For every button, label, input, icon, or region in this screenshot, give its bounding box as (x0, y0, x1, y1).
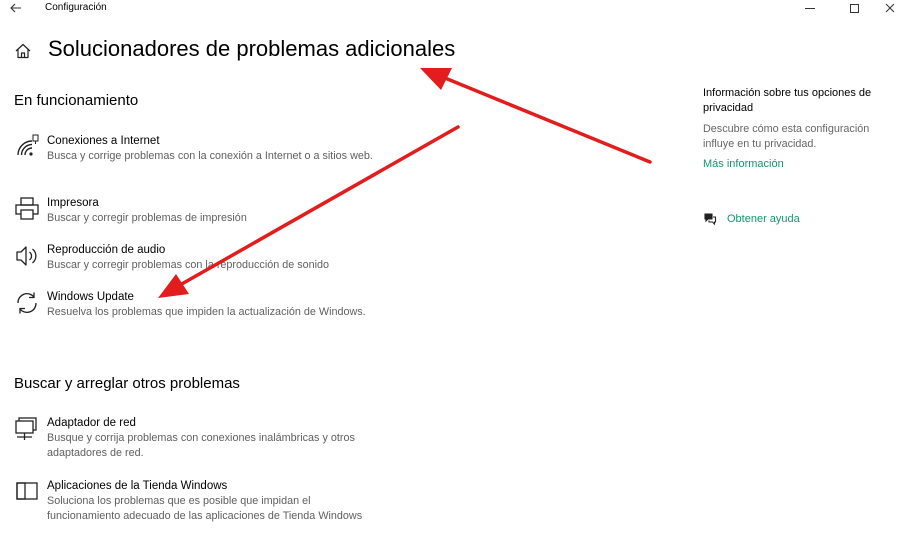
item-description: Busque y corrija problemas con conexione… (47, 432, 355, 459)
item-title: Aplicaciones de la Tienda Windows (47, 480, 228, 492)
network-adapter-icon (14, 416, 40, 442)
sync-icon (14, 290, 40, 316)
speaker-icon (14, 243, 40, 269)
troubleshooter-printer[interactable]: Impresora Buscar y corregir problemas de… (14, 196, 394, 228)
more-info-link[interactable]: Más información (703, 157, 893, 172)
wifi-signal-icon (14, 134, 40, 160)
item-title: Windows Update (47, 291, 134, 303)
troubleshooter-network-adapter[interactable]: Adaptador de red Busque y corrija proble… (14, 416, 394, 462)
maximize-icon (849, 3, 859, 13)
item-title: Adaptador de red (47, 417, 136, 429)
page-title: Solucionadores de problemas adicionales (48, 36, 456, 61)
home-button[interactable] (14, 42, 32, 60)
help-link-label: Obtener ayuda (727, 213, 800, 225)
section-title-running: En funcionamiento (14, 92, 139, 109)
get-help-link[interactable]: Obtener ayuda (703, 211, 800, 227)
troubleshooter-audio[interactable]: Reproducción de audio Buscar y corregir … (14, 243, 394, 275)
printer-icon (14, 196, 40, 222)
privacy-info-panel: Información sobre tus opciones de privac… (703, 86, 893, 172)
store-app-icon (14, 479, 40, 505)
title-bar: Configuración (0, 0, 900, 18)
troubleshooter-store-apps[interactable]: Aplicaciones de la Tienda Windows Soluci… (14, 479, 394, 541)
help-chat-icon (704, 213, 717, 226)
item-title: Conexiones a Internet (47, 135, 160, 147)
close-button[interactable] (870, 0, 900, 16)
troubleshooter-windows-update[interactable]: Windows Update Resuelva los problemas qu… (14, 290, 394, 336)
home-icon (15, 43, 31, 59)
close-icon (885, 3, 895, 13)
minimize-button[interactable] (790, 0, 830, 16)
back-button[interactable] (8, 0, 24, 16)
item-description: Busca y corrige problemas con la conexió… (47, 150, 373, 162)
item-title: Impresora (47, 197, 99, 209)
item-description: Resuelva los problemas que impiden la ac… (47, 306, 366, 318)
arrow-left-icon (10, 3, 21, 13)
minimize-icon (805, 7, 815, 9)
privacy-description: Descubre cómo esta configuración influye… (703, 123, 870, 150)
section-title-other: Buscar y arreglar otros problemas (14, 375, 240, 392)
window-title: Configuración (45, 2, 107, 13)
maximize-button[interactable] (834, 0, 874, 16)
troubleshooter-internet[interactable]: Conexiones a Internet Busca y corrige pr… (14, 134, 394, 180)
privacy-heading: Información sobre tus opciones de privac… (703, 87, 872, 114)
annotation-arrow-to-title (420, 68, 652, 164)
item-description: Buscar y corregir problemas de impresión (47, 212, 247, 224)
item-description: Soluciona los problemas que es posible q… (47, 495, 363, 522)
item-title: Reproducción de audio (47, 244, 166, 256)
item-description: Buscar y corregir problemas con la repro… (47, 259, 330, 271)
